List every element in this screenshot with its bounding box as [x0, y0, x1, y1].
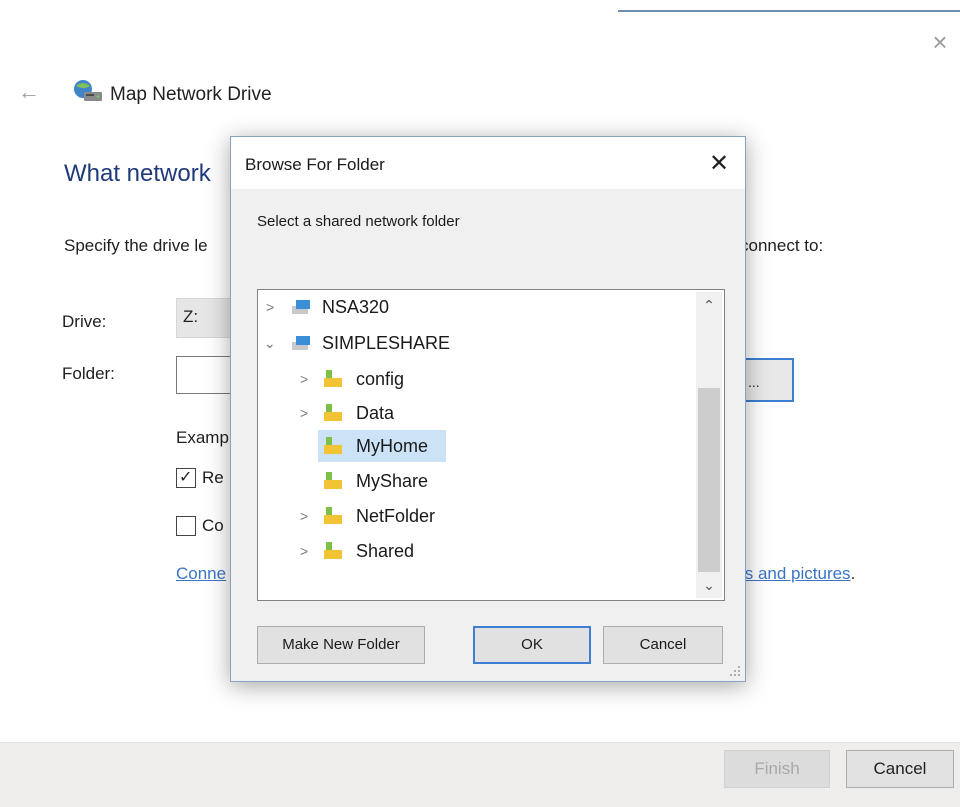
tree-item-config[interactable]: > config: [258, 364, 688, 394]
folder-tree[interactable]: > NSA320 ⌄ SIMPLESHARE > config > Data M…: [257, 289, 725, 601]
background-window-ghost-text: [130, 0, 420, 6]
tree-scrollbar[interactable]: ⌃ ⌄: [696, 292, 722, 598]
tree-item-label: config: [356, 369, 405, 389]
tree-item-myhome[interactable]: MyHome: [258, 431, 688, 461]
network-drive-icon: [74, 80, 102, 101]
drive-label: Drive:: [62, 312, 107, 331]
tree-item-label: MyHome: [356, 436, 429, 456]
tree-item-label: SIMPLESHARE: [322, 333, 451, 353]
folder-input[interactable]: [176, 356, 236, 394]
tree-item-netfolder[interactable]: > NetFolder: [258, 501, 688, 531]
instruction-text-tail: connect to:: [740, 236, 824, 255]
shared-folder-icon: [324, 507, 342, 524]
connect-website-link[interactable]: Conne: [176, 564, 226, 584]
dialog-cancel-button[interactable]: Cancel: [603, 626, 723, 664]
tree-item-simpleshare[interactable]: ⌄ SIMPLESHARE: [258, 328, 688, 358]
tree-item-label: Shared: [356, 541, 415, 561]
chevron-right-icon[interactable]: >: [300, 398, 314, 428]
tree-item-label: NetFolder: [356, 506, 436, 526]
dialog-close-button[interactable]: ✕: [701, 147, 737, 181]
shared-folder-icon: [324, 542, 342, 559]
chevron-down-icon[interactable]: ⌄: [264, 328, 278, 358]
scroll-down-icon[interactable]: ⌄: [696, 572, 722, 598]
tree-item-label: NSA320: [322, 297, 390, 317]
tree-item-label: Data: [356, 403, 395, 423]
make-new-folder-button[interactable]: Make New Folder: [257, 626, 425, 664]
dialog-titlebar: Browse For Folder ✕: [231, 137, 745, 189]
credentials-checkbox[interactable]: [176, 516, 196, 536]
credentials-label: Co: [202, 516, 224, 535]
shared-folder-icon: [324, 472, 342, 489]
browse-button[interactable]: ...: [740, 358, 794, 402]
shared-folder-icon: [324, 437, 342, 454]
scroll-up-icon[interactable]: ⌃: [696, 292, 722, 318]
reconnect-checkbox[interactable]: ✓: [176, 468, 196, 488]
shared-folder-icon: [324, 370, 342, 387]
drive-select[interactable]: Z:: [176, 298, 236, 338]
wizard-close-button[interactable]: ×: [926, 28, 954, 56]
ok-button[interactable]: OK: [473, 626, 591, 664]
example-text: Examp: [176, 428, 229, 447]
tree-item-myshare[interactable]: MyShare: [258, 466, 688, 496]
shared-folder-icon: [324, 404, 342, 421]
background-window-strip: [0, 0, 960, 12]
dialog-prompt: Select a shared network folder: [257, 213, 460, 230]
documents-pictures-link[interactable]: ts and pictures.: [740, 564, 855, 584]
page-heading: What network: [64, 160, 211, 187]
dialog-title: Browse For Folder: [245, 155, 385, 174]
wizard-cancel-button[interactable]: Cancel: [846, 750, 954, 788]
chevron-right-icon[interactable]: >: [300, 536, 314, 566]
tree-item-nsa320[interactable]: > NSA320: [258, 292, 688, 322]
resize-grip-icon[interactable]: [729, 665, 741, 677]
documents-pictures-link-text[interactable]: ts and pictures: [740, 564, 851, 583]
browse-for-folder-dialog: Browse For Folder ✕ Select a shared netw…: [230, 136, 746, 682]
finish-button[interactable]: Finish: [724, 750, 830, 788]
scrollbar-thumb[interactable]: [698, 388, 720, 572]
checkmark-icon: ✓: [179, 469, 193, 486]
back-arrow-icon[interactable]: ←: [18, 80, 48, 104]
tree-item-label: MyShare: [356, 471, 429, 491]
network-computer-icon: [292, 300, 310, 314]
chevron-right-icon[interactable]: >: [300, 501, 314, 531]
link-period: .: [850, 564, 856, 583]
instruction-text: Specify the drive le: [64, 236, 208, 255]
tree-item-shared[interactable]: > Shared: [258, 536, 688, 566]
folder-label: Folder:: [62, 364, 115, 383]
network-computer-icon: [292, 336, 310, 350]
chevron-right-icon[interactable]: >: [300, 364, 314, 394]
wizard-title: Map Network Drive: [110, 84, 272, 105]
tree-item-data[interactable]: > Data: [258, 398, 688, 428]
reconnect-label: Re: [202, 468, 224, 487]
chevron-right-icon[interactable]: >: [266, 292, 280, 322]
